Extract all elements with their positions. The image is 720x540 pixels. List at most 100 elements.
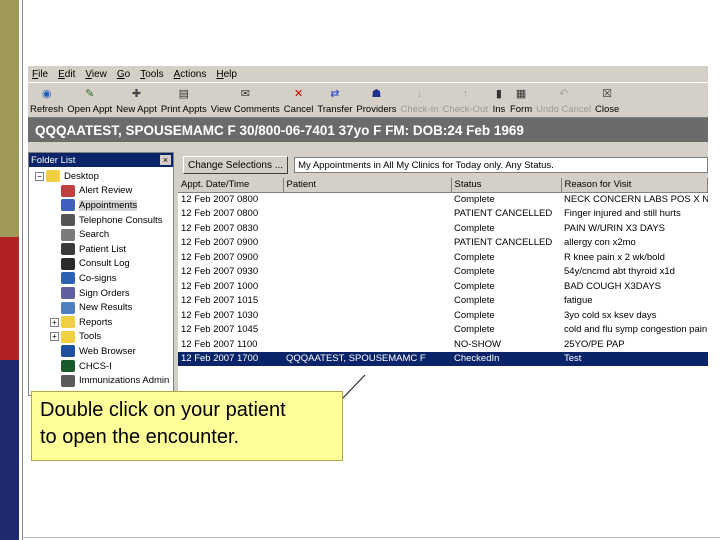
folder-item-label: Immunizations Admin <box>79 375 170 387</box>
slide-divider-horizontal <box>22 537 720 538</box>
folder-item-label: CHCS-I <box>79 360 112 372</box>
table-row[interactable]: 12 Feb 2007 1030 Complete 3yo cold sx ksev… <box>178 308 708 323</box>
consult-log-icon <box>61 257 75 270</box>
menu-help[interactable]: Help <box>216 69 237 80</box>
cell-reason: NECK CONCERN LABS POS X N <box>564 194 708 205</box>
cell-reason: fatigue <box>564 295 593 307</box>
slide-accent-bar-navy <box>0 360 19 540</box>
folder-item-alert-review[interactable]: Alert Review <box>31 184 173 199</box>
check-out-button[interactable]: ↑ Check-Out <box>443 83 488 117</box>
form-icon: ▦ <box>515 88 527 100</box>
form-button[interactable]: ▦ Form <box>510 83 532 117</box>
appointments-table: Appt. Date/Time Patient Status Reason for V… <box>178 178 708 366</box>
menu-go[interactable]: Go <box>117 69 130 80</box>
folder-list-title-bar: Folder List × <box>29 153 173 167</box>
cell-patient <box>283 221 451 236</box>
cell-status: Complete <box>454 251 495 263</box>
table-row[interactable]: 12 Feb 2007 0800 Complete NECK CONCERN LAB… <box>178 192 708 207</box>
appointments-window: File Edit View Go Tools Actions Help ◉ Refresh ✎… <box>28 66 708 396</box>
toolbar-label: View Comments <box>210 104 280 115</box>
appointments-table-body: 12 Feb 2007 0800 Complete NECK CONCERN LAB… <box>178 192 708 366</box>
table-row[interactable]: 12 Feb 2007 1100 NO-SHOW 25YO/PE PAP <box>178 337 708 352</box>
view-comments-button[interactable]: ✉ View Comments <box>211 83 280 117</box>
undo-icon: ↶ <box>558 88 569 100</box>
folder-item-new-results[interactable]: New Results <box>31 300 173 315</box>
table-row[interactable]: 12 Feb 2007 0930 Complete 54y/cncmd abt th… <box>178 265 708 280</box>
transfer-button[interactable]: ⇄ Transfer <box>317 83 352 117</box>
column-header-patient[interactable]: Patient <box>283 178 452 193</box>
refresh-button[interactable]: ◉ Refresh <box>30 83 63 117</box>
table-row[interactable]: 12 Feb 2007 1015 Complete fatigue <box>178 294 708 309</box>
slide-accent-bar-gold <box>0 0 19 237</box>
expand-icon[interactable]: + <box>50 332 59 342</box>
cell-status: NO-SHOW <box>454 338 501 350</box>
providers-button[interactable]: ☗ Providers <box>356 83 396 117</box>
column-header-status[interactable]: Status <box>451 178 562 193</box>
toolbar-label: Undo Cancel <box>536 104 592 115</box>
folder-item-search[interactable]: Search <box>31 227 173 242</box>
cell-date: 12 Feb 2007 0800 <box>181 208 259 220</box>
cancel-icon: ✕ <box>293 88 304 100</box>
cell-patient <box>283 337 451 352</box>
table-row[interactable]: 12 Feb 2007 0900 PATIENT CANCELLED allergy… <box>178 236 708 251</box>
column-header-appt-date-time[interactable]: Appt. Date/Time <box>178 178 284 193</box>
selected-patient-row[interactable]: 12 Feb 2007 1700 QQQAATEST, SPOUSEMAMC FC… <box>178 351 708 366</box>
cell-status: Complete <box>454 280 495 292</box>
transfer-icon: ⇄ <box>330 88 340 100</box>
slide-accent-bar-red <box>0 237 19 360</box>
folder-item-appointments[interactable]: Appointments <box>31 198 173 213</box>
filter-bar: Change Selections ... My Appointments in… <box>178 152 708 178</box>
check-in-button[interactable]: ↓ Check-In <box>401 83 439 117</box>
menu-edit[interactable]: Edit <box>58 69 75 80</box>
folder-item-chcs-i[interactable]: CHCS-I <box>31 359 173 374</box>
ins-button[interactable]: ▮ Ins <box>492 83 506 117</box>
folder-item-consult-log[interactable]: Consult Log <box>31 257 173 272</box>
folder-item-label: Co-signs <box>79 272 117 284</box>
folder-list-pane: Folder List × − Desktop Alert Review Appoin… <box>28 152 174 396</box>
change-selections-button[interactable]: Change Selections ... <box>183 156 289 174</box>
folder-item-telephone-consults[interactable]: Telephone Consults <box>31 213 173 228</box>
menu-view[interactable]: View <box>85 69 107 80</box>
expand-icon[interactable]: + <box>50 317 59 327</box>
cell-patient <box>283 236 451 251</box>
folder-item-patient-list[interactable]: Patient List <box>31 242 173 257</box>
table-row[interactable]: 12 Feb 2007 1045 Complete cold and flu sym… <box>178 323 708 338</box>
column-header-reason-for-visit[interactable]: Reason for Visit <box>561 178 708 193</box>
close-icon: ☒ <box>602 88 613 100</box>
cell-date: 12 Feb 2007 0900 <box>181 237 259 249</box>
folder-item-desktop[interactable]: − Desktop <box>31 169 173 184</box>
folder-item-immunizations-admin[interactable]: Immunizations Admin <box>31 373 173 388</box>
toolbar-label: Form <box>509 104 533 115</box>
folder-tree: − Desktop Alert Review Appointments Telephon… <box>29 167 173 388</box>
main-content: Folder List × − Desktop Alert Review Appoin… <box>28 152 708 396</box>
providers-icon: ☗ <box>371 88 382 100</box>
new-appt-button[interactable]: ✚ New Appt <box>116 83 157 117</box>
folder-item-co-signs[interactable]: Co-signs <box>31 271 173 286</box>
folder-item-label: Desktop <box>64 170 99 182</box>
cell-patient <box>283 250 451 265</box>
collapse-icon[interactable]: − <box>35 171 44 181</box>
toolbar-label: Open Appt <box>67 104 113 115</box>
menu-tools[interactable]: Tools <box>140 69 163 80</box>
table-row[interactable]: 12 Feb 2007 0800 PATIENT CANCELLED Finger … <box>178 207 708 222</box>
table-row[interactable]: 12 Feb 2007 1000 Complete BAD COUGH X3DAYS <box>178 279 708 294</box>
printer-icon: ▤ <box>178 88 190 100</box>
cell-patient <box>283 323 451 338</box>
cell-date: 12 Feb 2007 1015 <box>181 295 259 307</box>
open-appt-button[interactable]: ✎ Open Appt <box>67 83 112 117</box>
menu-actions[interactable]: Actions <box>174 69 207 80</box>
print-appts-button[interactable]: ▤ Print Appts <box>161 83 207 117</box>
folder-item-reports[interactable]: + Reports <box>31 315 173 330</box>
table-row[interactable]: 12 Feb 2007 0830 Complete PAIN W/URIN X3 D… <box>178 221 708 236</box>
menu-file[interactable]: File <box>32 69 48 80</box>
cell-patient <box>283 308 451 323</box>
folder-item-web-browser[interactable]: Web Browser <box>31 344 173 359</box>
table-row[interactable]: 12 Feb 2007 0900 Complete R knee pain x 2 … <box>178 250 708 265</box>
close-button[interactable]: ☒ Close <box>595 83 619 117</box>
folder-item-label: Tools <box>79 331 102 343</box>
folder-item-sign-orders[interactable]: Sign Orders <box>31 286 173 301</box>
undo-cancel-button[interactable]: ↶ Undo Cancel <box>536 83 591 117</box>
cancel-button[interactable]: ✕ Cancel <box>284 83 314 117</box>
folder-list-close-icon[interactable]: × <box>160 155 171 165</box>
folder-item-tools[interactable]: + Tools <box>31 330 173 345</box>
